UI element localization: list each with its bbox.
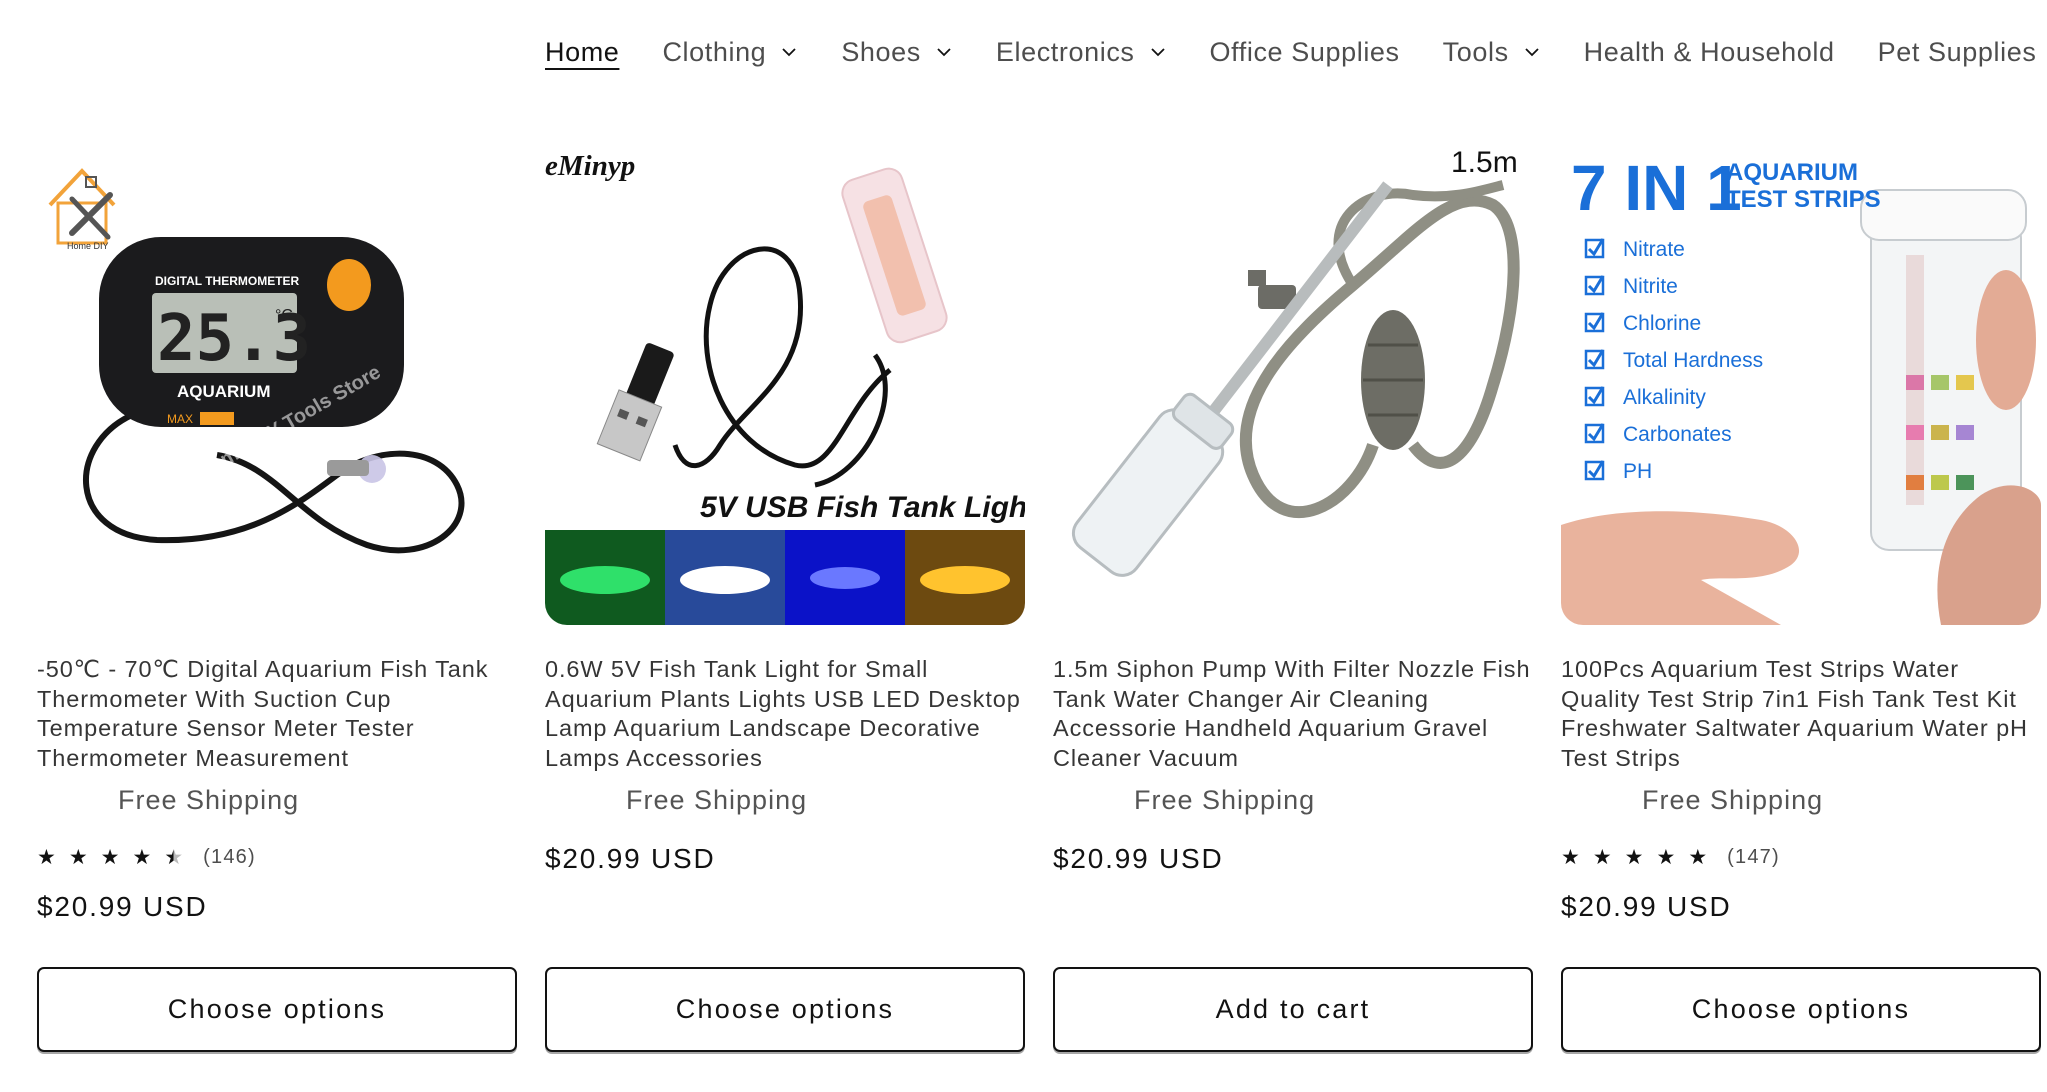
checkbox-icon [1584, 275, 1605, 296]
image-caption: 5V USB Fish Tank Light [700, 491, 1025, 524]
checkbox-icon [1584, 312, 1605, 333]
chevron-down-icon [1149, 43, 1167, 61]
check-item: Nitrate [1623, 238, 1685, 261]
product-image-test-strips[interactable]: 7 IN 1 AQUARIUM TEST STRIPS Nitrate Nitr… [1561, 145, 2041, 625]
product-price: $20.99 USD [1053, 843, 1224, 874]
headline: 7 IN 1 [1571, 152, 1742, 224]
product-title[interactable]: 1.5m Siphon Pump With Filter Nozzle Fish… [1053, 655, 1533, 773]
check-item: Carbonates [1623, 423, 1732, 446]
check-item: PH [1623, 460, 1652, 483]
nav-clothing[interactable]: Clothing [662, 37, 798, 68]
home-diy-logo [48, 168, 116, 245]
check-item: Alkalinity [1623, 386, 1706, 409]
nav-clothing-label: Clothing [662, 36, 767, 67]
headline-sub-2: TEST STRIPS [1726, 186, 1881, 213]
product-price: $20.99 USD [37, 891, 208, 922]
nav-tools[interactable]: Tools [1443, 37, 1541, 68]
nav-health-household-label: Health & Household [1583, 36, 1835, 67]
device-label: DIGITAL THERMOMETER [155, 274, 300, 288]
choose-options-button[interactable]: Choose options [545, 967, 1025, 1052]
shipping-label: Free Shipping [626, 785, 808, 815]
product-image-usb-light[interactable]: eMinyp 5V USB Fish Tank Light [545, 145, 1025, 625]
product-card-siphon: 1.5m 1.5m Siphon Pump With Filter Nozzle… [1053, 145, 1533, 1052]
choose-options-button[interactable]: Choose options [37, 967, 517, 1052]
nav-shoes[interactable]: Shoes [841, 37, 953, 68]
product-price: $20.99 USD [545, 843, 716, 874]
product-image-thermometer[interactable]: Home DIY DIGITAL THERMOMETER 25.3 °C AQU… [37, 145, 517, 625]
checkbox-icon [1584, 349, 1605, 370]
check-item: Total Hardness [1623, 349, 1763, 372]
nav-tools-label: Tools [1442, 36, 1509, 67]
nav-home[interactable]: Home [545, 37, 619, 68]
product-title[interactable]: -50℃ - 70℃ Digital Aquarium Fish Tank Th… [37, 655, 517, 773]
product-card-thermometer: Home DIY DIGITAL THERMOMETER 25.3 °C AQU… [37, 145, 517, 1052]
shipping-label: Free Shipping [1642, 785, 1824, 815]
product-image-siphon[interactable]: 1.5m [1053, 145, 1533, 625]
product-card-test-strips: 7 IN 1 AQUARIUM TEST STRIPS Nitrate Nitr… [1561, 145, 2041, 1052]
product-title[interactable]: 100Pcs Aquarium Test Strips Water Qualit… [1561, 655, 2041, 773]
max-label: MAX [167, 412, 193, 426]
checkbox-icon [1584, 460, 1605, 481]
nav-electronics-label: Electronics [995, 36, 1135, 67]
nav-home-label: Home [545, 36, 620, 67]
check-item: Nitrite [1623, 275, 1678, 298]
chevron-down-icon [780, 43, 798, 61]
add-to-cart-button[interactable]: Add to cart [1053, 967, 1533, 1052]
main-nav: Home Clothing Shoes Electronics Office S… [545, 28, 2047, 76]
rating-count: (146) [203, 845, 256, 868]
product-price: $20.99 USD [1561, 891, 1732, 922]
checkbox-icon [1584, 386, 1605, 407]
brand-logo: eMinyp [545, 150, 635, 182]
star-rating-icon: ★ ★ ★ ★ ★ [37, 845, 184, 869]
star-rating-icon: ★ ★ ★ ★ ★ [1561, 845, 1708, 869]
nav-health-household[interactable]: Health & Household [1584, 37, 1835, 68]
rating: ★ ★ ★ ★ ★ (146) [37, 843, 517, 871]
checkbox-icon [1584, 238, 1605, 259]
chevron-down-icon [935, 43, 953, 61]
length-label: 1.5m [1451, 146, 1518, 179]
shipping-label: Free Shipping [118, 785, 300, 815]
checkbox-icon [1584, 423, 1605, 444]
nav-electronics[interactable]: Electronics [996, 37, 1167, 68]
rating-count: (147) [1727, 845, 1780, 868]
check-item: Chlorine [1623, 312, 1701, 335]
nav-office-supplies-label: Office Supplies [1209, 36, 1400, 67]
choose-options-button[interactable]: Choose options [1561, 967, 2041, 1052]
nav-office-supplies[interactable]: Office Supplies [1210, 37, 1400, 68]
chevron-down-icon [1523, 43, 1541, 61]
product-card-usb-light: eMinyp 5V USB Fish Tank Light 0.6W 5V Fi… [545, 145, 1025, 1052]
rating: ★ ★ ★ ★ ★ (147) [1561, 843, 2041, 871]
brand-label: Home DIY [67, 241, 109, 251]
nav-pet-supplies[interactable]: Pet Supplies [1878, 37, 2047, 68]
nav-pet-supplies-label: Pet Supplies [1877, 36, 2037, 67]
temp-unit: °C [275, 307, 293, 324]
headline-sub-1: AQUARIUM [1726, 159, 1858, 186]
product-title[interactable]: 0.6W 5V Fish Tank Light for Small Aquari… [545, 655, 1025, 773]
shipping-label: Free Shipping [1134, 785, 1316, 815]
aquarium-label: AQUARIUM [177, 382, 271, 401]
nav-shoes-label: Shoes [841, 36, 921, 67]
